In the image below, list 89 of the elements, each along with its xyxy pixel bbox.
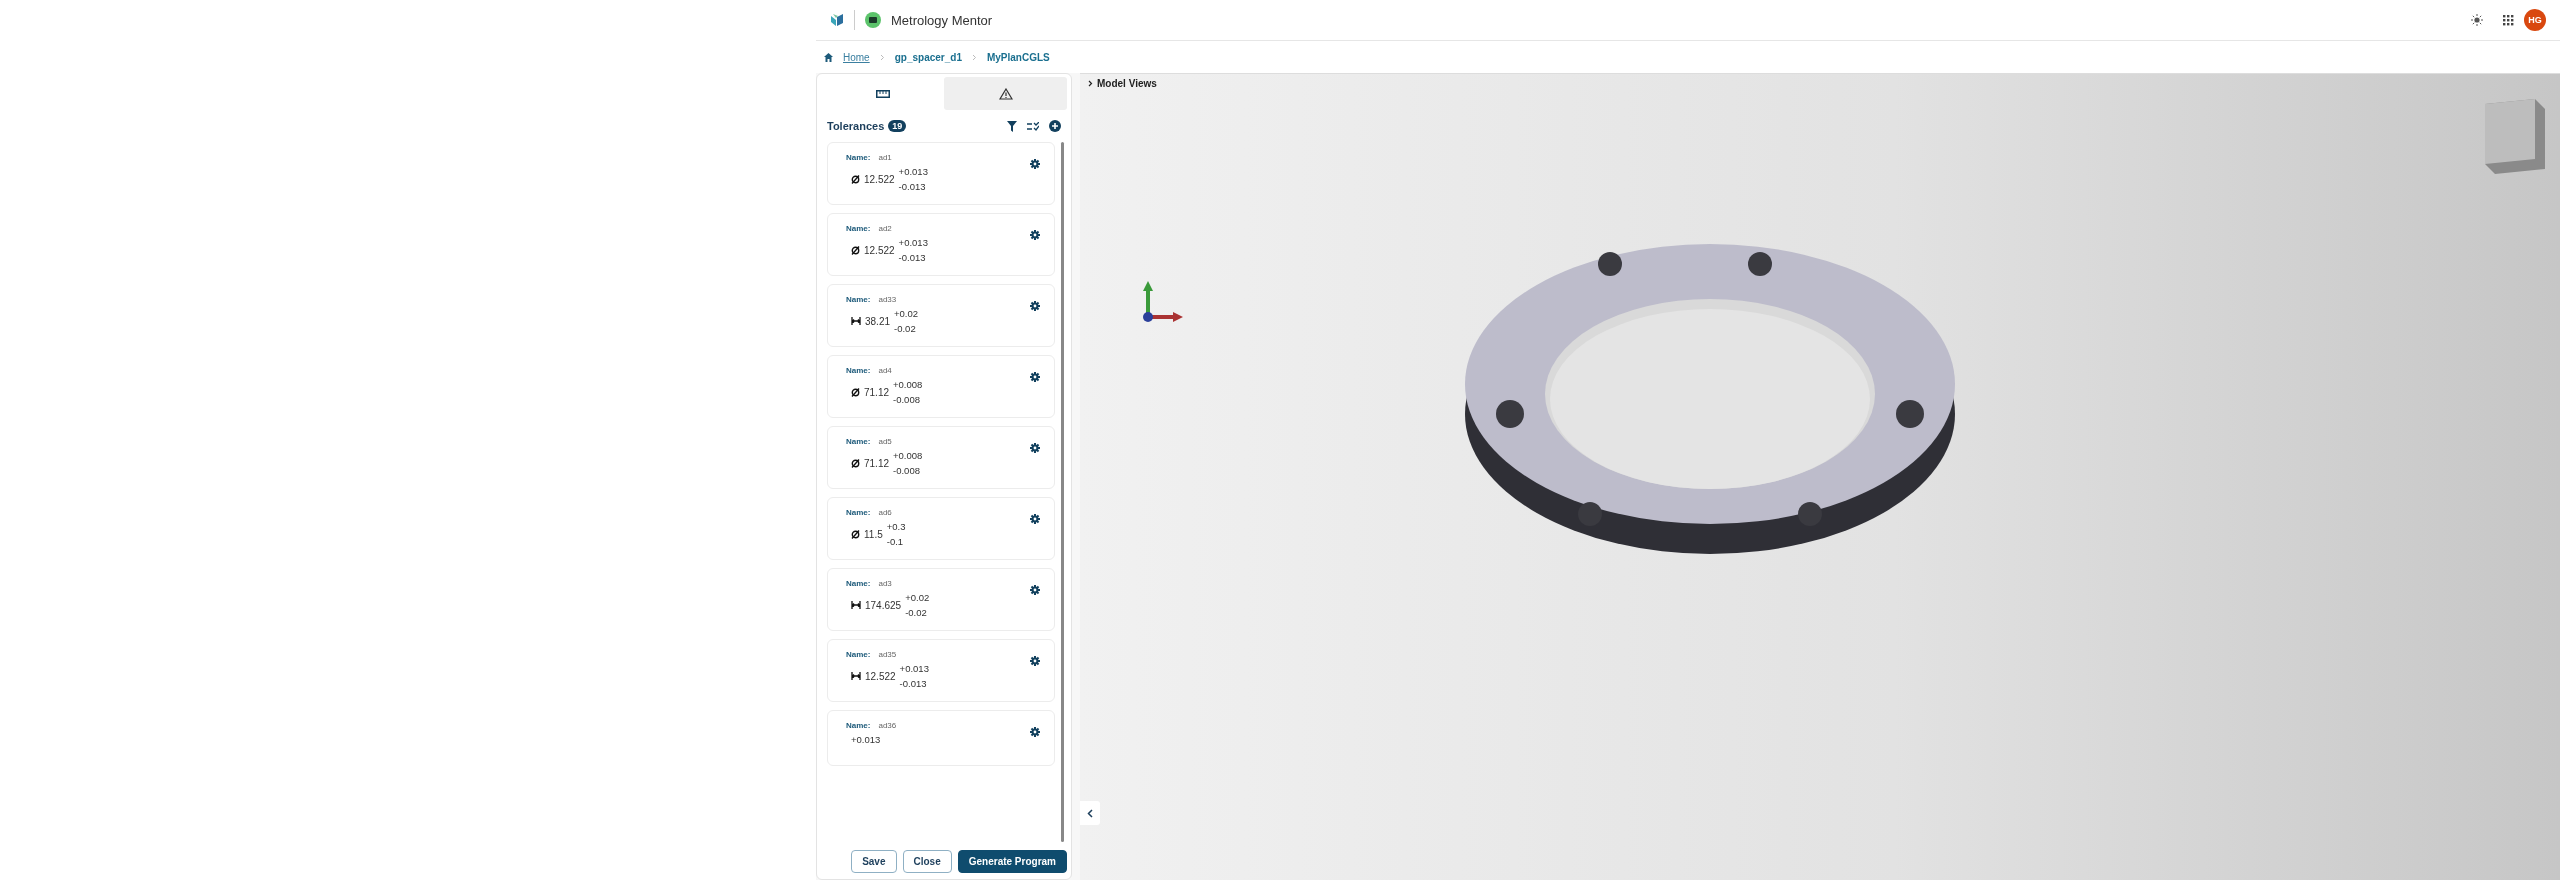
checklist-icon[interactable]	[1027, 121, 1039, 131]
settings-icon[interactable]	[1030, 159, 1040, 169]
action-button[interactable]: Close	[902, 850, 952, 873]
settings-icon[interactable]	[1030, 372, 1040, 382]
diameter-icon	[851, 529, 860, 539]
diameter-icon	[851, 174, 860, 184]
lower-tolerance: -0.013	[899, 677, 928, 691]
collapse-button[interactable]	[1080, 801, 1100, 825]
apps-grid-icon[interactable]	[2503, 14, 2514, 26]
settings-icon[interactable]	[1030, 585, 1040, 595]
scrollbar[interactable]	[1061, 142, 1064, 842]
tolerance-card[interactable]: Name: ad36 +0.013	[827, 710, 1055, 766]
upper-tolerance: +0.02	[905, 591, 930, 605]
name-label: Name:	[846, 224, 871, 233]
name-label: Name:	[846, 721, 871, 730]
chevron-right-icon[interactable]	[1088, 80, 1093, 87]
ruler-icon	[875, 89, 890, 98]
model-viewport[interactable]: Model Views	[1080, 73, 2560, 880]
model-views-title[interactable]: Model Views	[1097, 78, 1157, 89]
count-badge: 19	[888, 120, 907, 132]
upper-tolerance: +0.013	[898, 236, 928, 250]
brightness-icon[interactable]	[2471, 14, 2483, 26]
name-label: Name:	[846, 508, 871, 517]
breadcrumb-link[interactable]: MyPlanCGLS	[986, 51, 1050, 63]
settings-icon[interactable]	[1030, 443, 1040, 453]
name-label: Name:	[846, 437, 871, 446]
diameter-icon	[851, 245, 860, 255]
width-dimension-icon	[851, 317, 861, 325]
upper-tolerance: +0.013	[851, 733, 881, 747]
settings-icon[interactable]	[1030, 514, 1040, 524]
company-logo-icon	[830, 13, 844, 27]
width-dimension-icon	[851, 672, 861, 680]
settings-icon[interactable]	[1030, 230, 1040, 240]
lower-tolerance: -0.02	[894, 322, 917, 336]
settings-icon[interactable]	[1030, 656, 1040, 666]
lower-tolerance: -0.008	[893, 393, 921, 407]
lower-tolerance: -0.013	[898, 180, 927, 194]
settings-icon[interactable]	[1030, 301, 1040, 311]
nominal-value: 38.21	[865, 315, 891, 327]
tolerance-name: ad35	[878, 650, 897, 659]
breadcrumb-link[interactable]: Home	[843, 51, 870, 63]
lower-tolerance: -0.02	[905, 606, 928, 620]
chevron-right-icon	[879, 53, 885, 61]
app-title: Metrology Mentor	[891, 12, 993, 28]
upper-tolerance: +0.008	[893, 378, 923, 392]
tolerances-title: Tolerances	[827, 120, 885, 132]
tolerance-name: ad2	[878, 224, 892, 233]
nominal-value: 11.5	[864, 528, 883, 540]
chevron-left-icon	[1087, 808, 1093, 818]
nominal-value: 12.522	[864, 244, 895, 256]
upper-tolerance: +0.008	[893, 449, 923, 463]
upper-tolerance: +0.02	[894, 307, 919, 321]
settings-icon[interactable]	[1030, 727, 1040, 737]
tolerance-name: ad1	[878, 153, 892, 162]
tolerance-name: ad33	[878, 295, 897, 304]
action-button[interactable]: Save	[851, 850, 897, 873]
tolerance-name: ad3	[878, 579, 892, 588]
width-dimension-icon	[851, 601, 861, 609]
chevron-right-icon	[971, 53, 977, 61]
app-logo-icon	[865, 12, 881, 28]
nominal-value: 174.625	[865, 599, 902, 611]
name-label: Name:	[846, 295, 871, 304]
nominal-value: 12.522	[864, 173, 895, 185]
upper-tolerance: +0.013	[898, 165, 928, 179]
name-label: Name:	[846, 579, 871, 588]
name-label: Name:	[846, 650, 871, 659]
add-icon[interactable]	[1049, 120, 1061, 132]
action-button[interactable]: Generate Program	[957, 850, 1067, 873]
breadcrumb-link[interactable]: gp_spacer_d1	[894, 51, 962, 63]
lower-tolerance: -0.008	[893, 464, 921, 478]
tolerance-name: ad5	[878, 437, 892, 446]
filter-icon[interactable]	[1007, 120, 1017, 132]
nominal-value: 71.12	[864, 457, 890, 469]
name-label: Name:	[846, 153, 871, 162]
lower-tolerance: -0.013	[898, 251, 927, 265]
upper-tolerance: +0.013	[899, 662, 929, 676]
diameter-icon	[851, 387, 860, 397]
tolerance-name: ad4	[878, 366, 892, 375]
nominal-value: 71.12	[864, 386, 890, 398]
tolerance-name: ad36	[878, 721, 897, 730]
warning-icon	[998, 87, 1013, 100]
name-label: Name:	[846, 366, 871, 375]
lower-tolerance: -0.1	[886, 535, 905, 549]
user-avatar[interactable]: HG	[2524, 9, 2546, 31]
nominal-value: 12.522	[865, 670, 896, 682]
upper-tolerance: +0.3	[886, 520, 906, 534]
tolerance-name: ad6	[878, 508, 892, 517]
home-icon	[824, 52, 833, 62]
diameter-icon	[851, 458, 860, 468]
